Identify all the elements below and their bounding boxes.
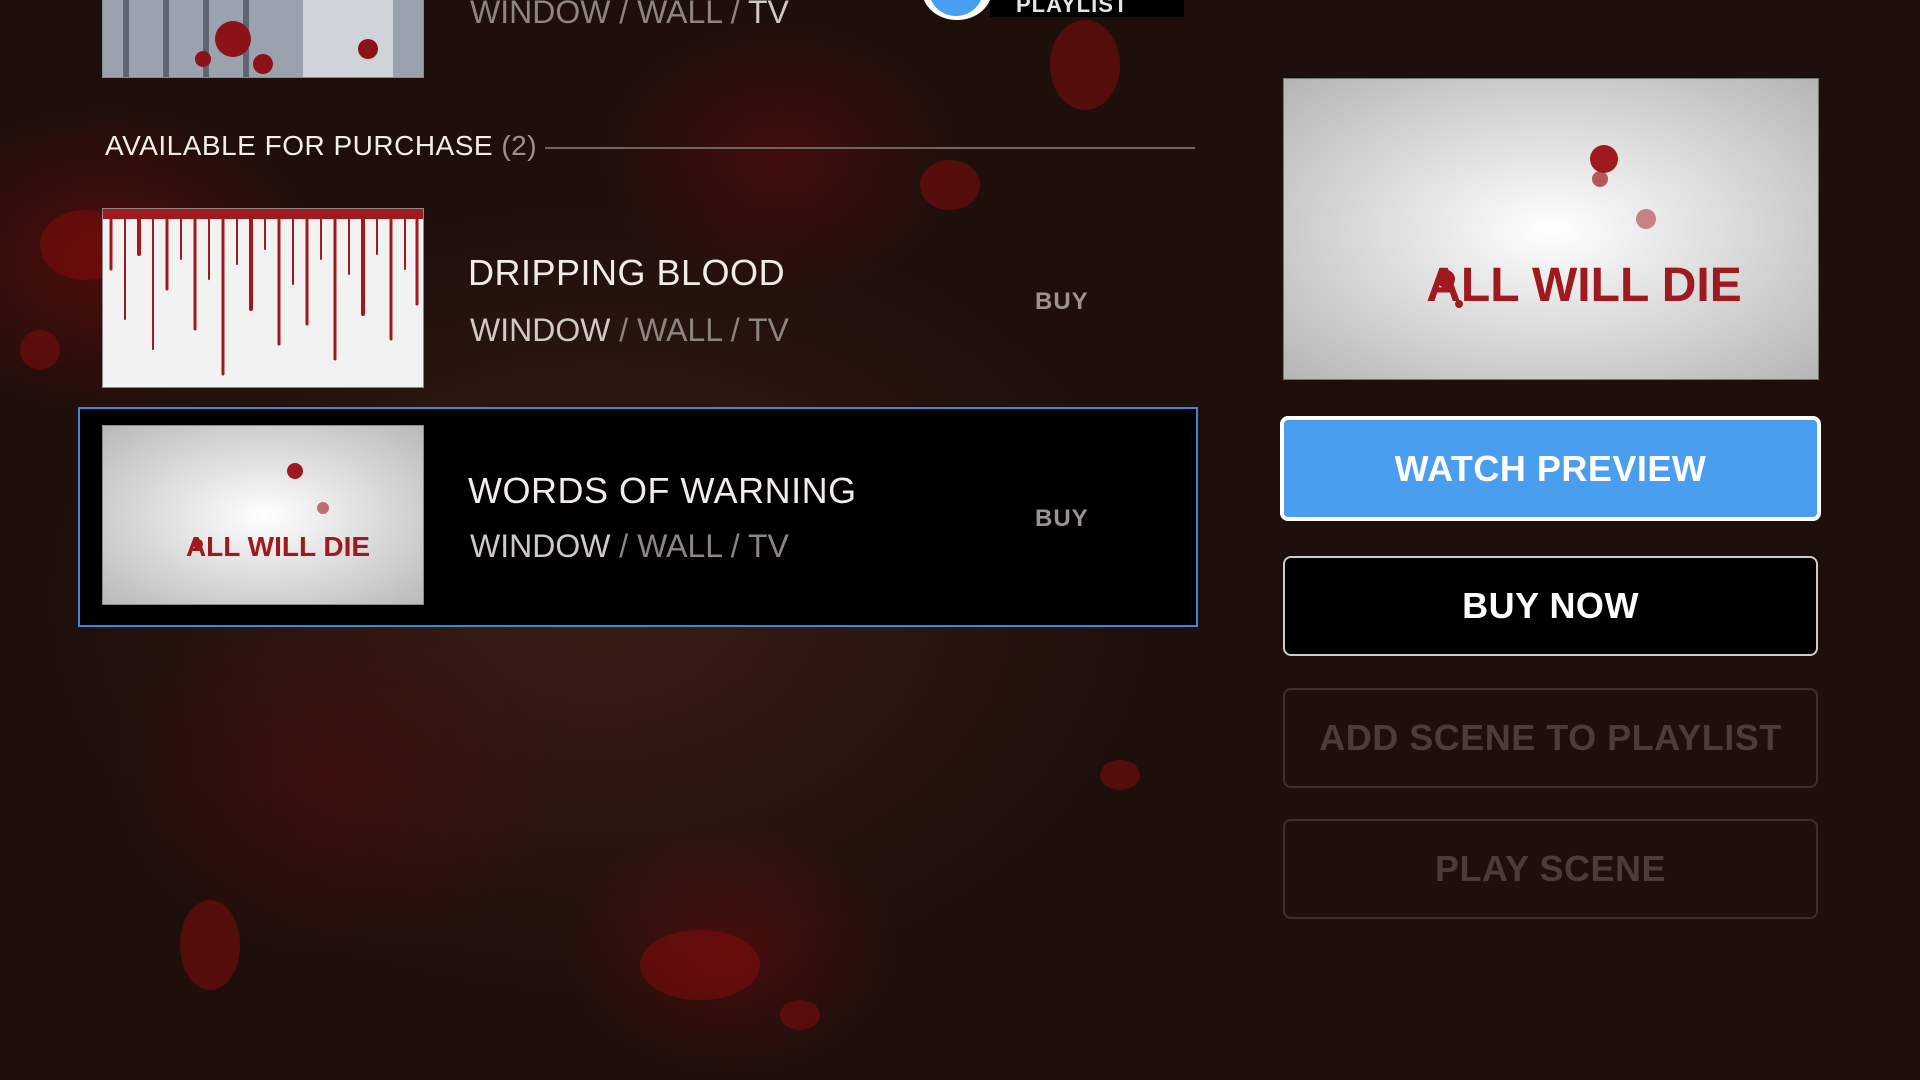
section-count: (2) (501, 130, 538, 161)
scene-thumbnail-dripping-blood[interactable] (102, 208, 424, 388)
scene-title: WORDS OF WARNING (468, 470, 857, 511)
section-title: AVAILABLE FOR PURCHASE (105, 130, 494, 161)
buy-button[interactable]: BUY (1035, 505, 1089, 533)
playlist-chip[interactable]: PLAYLIST (990, 0, 1184, 17)
blood-splatter (1100, 760, 1140, 790)
buy-button[interactable]: BUY (1035, 288, 1089, 316)
playlist-add-icon[interactable] (922, 0, 992, 20)
availability-window: WINDOW (470, 312, 611, 348)
scene-availability: WINDOW / WALL / TV (470, 528, 789, 565)
section-divider (545, 147, 1195, 149)
blood-splatter (920, 160, 980, 210)
availability-separator: / (619, 528, 629, 564)
availability-window: WINDOW (470, 0, 611, 30)
availability-window: WINDOW (470, 528, 611, 564)
thumbnail-text: ALL WILL DIE (186, 531, 370, 562)
availability-tv: TV (747, 0, 789, 30)
add-scene-to-playlist-button[interactable]: ADD SCENE TO PLAYLIST (1283, 688, 1818, 788)
top-item-availability: WINDOW / WALL / TV (470, 0, 789, 31)
buy-now-button[interactable]: BUY NOW (1283, 556, 1818, 656)
availability-wall: WALL (637, 0, 722, 30)
play-scene-button[interactable]: PLAY SCENE (1283, 819, 1818, 919)
preview-text: ALL WILL DIE (1426, 259, 1742, 312)
availability-separator: / (730, 0, 740, 30)
all-will-die-preview-icon: ALL WILL DIE (1284, 79, 1818, 379)
scene-thumbnail-words-of-warning[interactable]: ALL WILL DIE (102, 425, 424, 605)
all-will-die-icon: ALL WILL DIE (103, 426, 423, 604)
blood-splatter (640, 930, 760, 1000)
blood-splatter (1050, 20, 1120, 110)
blood-splatter (20, 330, 60, 370)
blood-splatter (180, 900, 240, 990)
availability-wall: WALL (637, 312, 722, 348)
availability-separator: / (619, 312, 629, 348)
availability-tv: TV (747, 528, 789, 564)
section-header: AVAILABLE FOR PURCHASE (2) (105, 130, 537, 162)
availability-wall: WALL (637, 528, 722, 564)
availability-tv: TV (747, 312, 789, 348)
scene-thumbnail-top[interactable] (102, 0, 424, 78)
scene-title: DRIPPING BLOOD (468, 252, 786, 293)
dripping-blood-icon (103, 209, 423, 387)
availability-separator: / (730, 312, 740, 348)
scene-availability: WINDOW / WALL / TV (470, 312, 789, 349)
blood-splatter (780, 1000, 820, 1030)
availability-separator: / (730, 528, 740, 564)
watch-preview-button[interactable]: WATCH PREVIEW (1280, 416, 1821, 521)
playlist-chip-label: PLAYLIST (1016, 0, 1129, 17)
window-scene-icon (103, 0, 423, 77)
availability-separator: / (619, 0, 629, 30)
scene-preview-image: ALL WILL DIE (1283, 78, 1819, 380)
app-screen: WINDOW / WALL / TV PLAYLIST AVAILABLE FO… (0, 0, 1920, 1080)
